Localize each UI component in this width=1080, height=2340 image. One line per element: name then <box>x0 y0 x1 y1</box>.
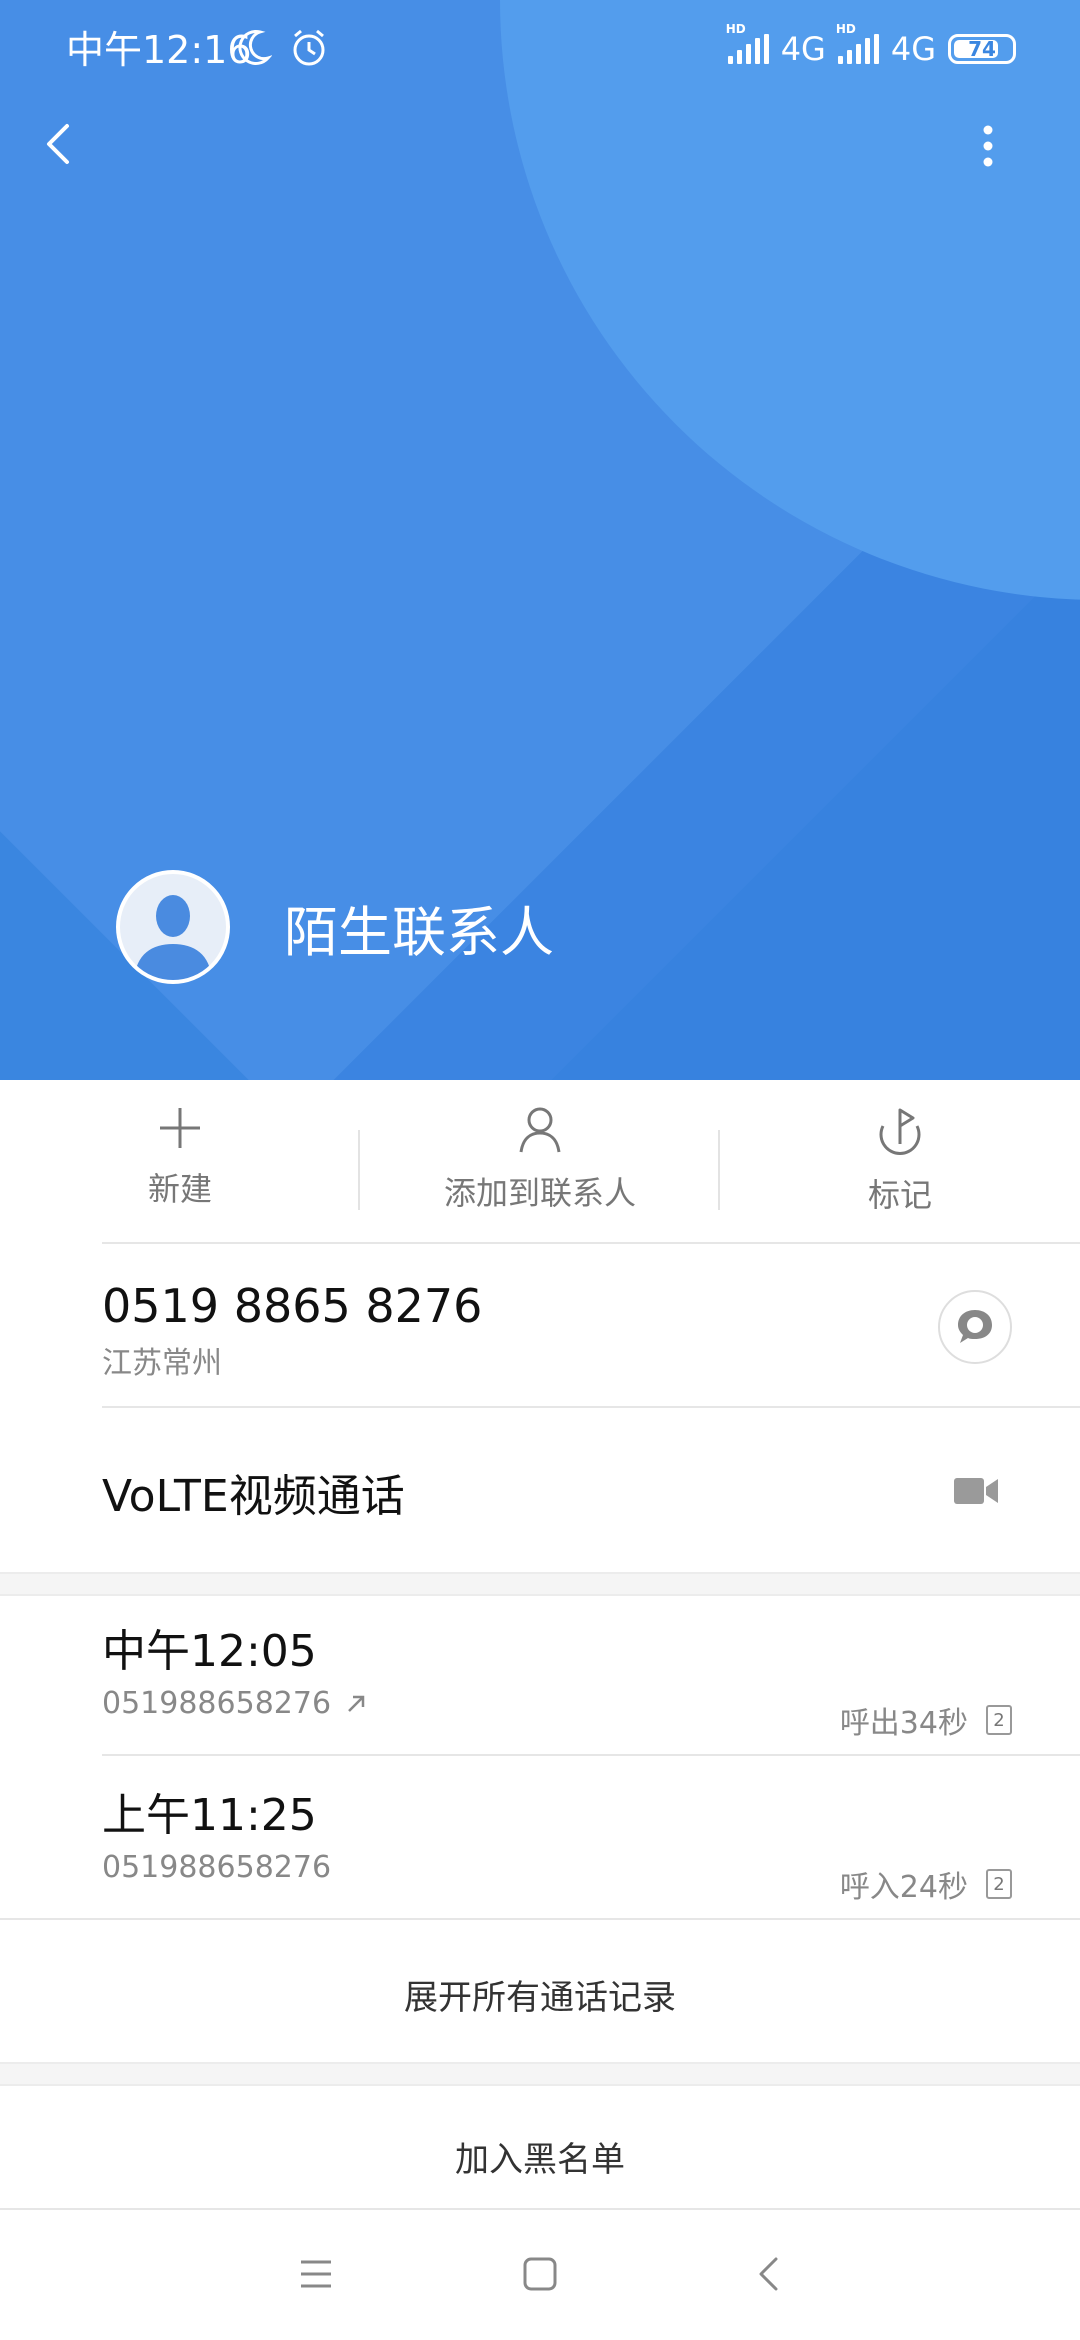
person-icon <box>519 1107 561 1153</box>
battery-icon: 74 <box>948 34 1016 64</box>
status-bar: 中午12:16 HD 4G HD 4G 74 <box>0 0 1080 100</box>
chevron-left-icon <box>759 2257 778 2291</box>
call-log-item[interactable]: 中午12:05 051988658276 呼出34秒 2 <box>102 1624 1022 1744</box>
sim-card-icon: 2 <box>986 1705 1012 1735</box>
flag-icon <box>879 1108 921 1155</box>
person-silhouette-icon <box>134 895 212 980</box>
call-time: 中午12:05 <box>102 1626 317 1677</box>
contact-identity: 陌生联系人 <box>116 870 554 984</box>
volte-video-call-row[interactable]: VoLTE视频通话 <box>102 1460 405 1524</box>
message-bubble-icon <box>958 1310 992 1343</box>
system-back-button[interactable] <box>748 2254 788 2294</box>
number-location: 江苏常州 <box>102 1346 222 1381</box>
call-duration: 呼出34秒 <box>839 1706 968 1741</box>
new-contact-button[interactable]: 新建 <box>0 1080 360 1242</box>
square-icon <box>523 2257 557 2291</box>
video-camera-icon <box>954 1478 998 1504</box>
sim-card-icon: 2 <box>986 1869 1012 1899</box>
expand-call-log-button[interactable]: 展开所有通话记录 <box>0 1970 1080 2019</box>
call-number: 051988658276 <box>102 1686 332 1721</box>
message-button[interactable] <box>938 1290 1012 1364</box>
add-to-contacts-button[interactable]: 添加到联系人 <box>360 1080 720 1242</box>
call-duration: 呼入24秒 <box>839 1870 968 1905</box>
status-time: 中午12:16 <box>66 28 252 72</box>
action-label: 新建 <box>147 1170 212 1208</box>
section-gap <box>0 1572 1080 1596</box>
mark-button[interactable]: 标记 <box>720 1080 1080 1242</box>
divider <box>102 1406 1080 1408</box>
home-button[interactable] <box>520 2254 560 2294</box>
action-label: 添加到联系人 <box>443 1174 636 1212</box>
plus-icon <box>160 1108 200 1148</box>
outgoing-arrow-icon <box>348 1695 365 1712</box>
call-time: 上午11:25 <box>102 1790 317 1841</box>
action-row: 新建 添加到联系人 标记 <box>0 1080 1080 1242</box>
divider <box>0 1918 1080 1920</box>
video-call-button[interactable] <box>952 1474 1000 1512</box>
more-vertical-icon <box>983 125 993 167</box>
divider <box>0 2208 1080 2210</box>
more-button[interactable] <box>976 122 1000 170</box>
action-label: 标记 <box>867 1176 932 1214</box>
section-gap <box>0 2062 1080 2086</box>
contact-name: 陌生联系人 <box>284 900 554 964</box>
avatar <box>116 870 230 984</box>
alarm-icon <box>290 28 328 72</box>
divider <box>102 1754 1080 1756</box>
signal-icon: HD <box>836 22 879 64</box>
moon-icon <box>236 28 273 72</box>
phone-number: 0519 8865 8276 <box>102 1279 483 1333</box>
recents-button[interactable] <box>296 2254 336 2294</box>
call-number: 051988658276 <box>102 1850 332 1885</box>
chevron-left-icon <box>47 124 69 164</box>
network-type: 4G <box>780 30 826 68</box>
divider <box>102 1242 1080 1244</box>
battery-level: 74 <box>968 37 996 61</box>
add-to-blacklist-button[interactable]: 加入黑名单 <box>0 2132 1080 2181</box>
phone-number-row[interactable]: 0519 8865 8276 江苏常州 <box>102 1276 482 1382</box>
contact-header: 中午12:16 HD 4G HD 4G 74 陌生联系人 <box>0 0 1080 1080</box>
network-type: 4G <box>890 30 936 68</box>
menu-icon <box>301 2260 331 2288</box>
signal-icon: HD <box>726 22 769 64</box>
back-button[interactable] <box>36 112 80 176</box>
call-log-item[interactable]: 上午11:25 051988658276 呼入24秒 2 <box>102 1788 1022 1908</box>
